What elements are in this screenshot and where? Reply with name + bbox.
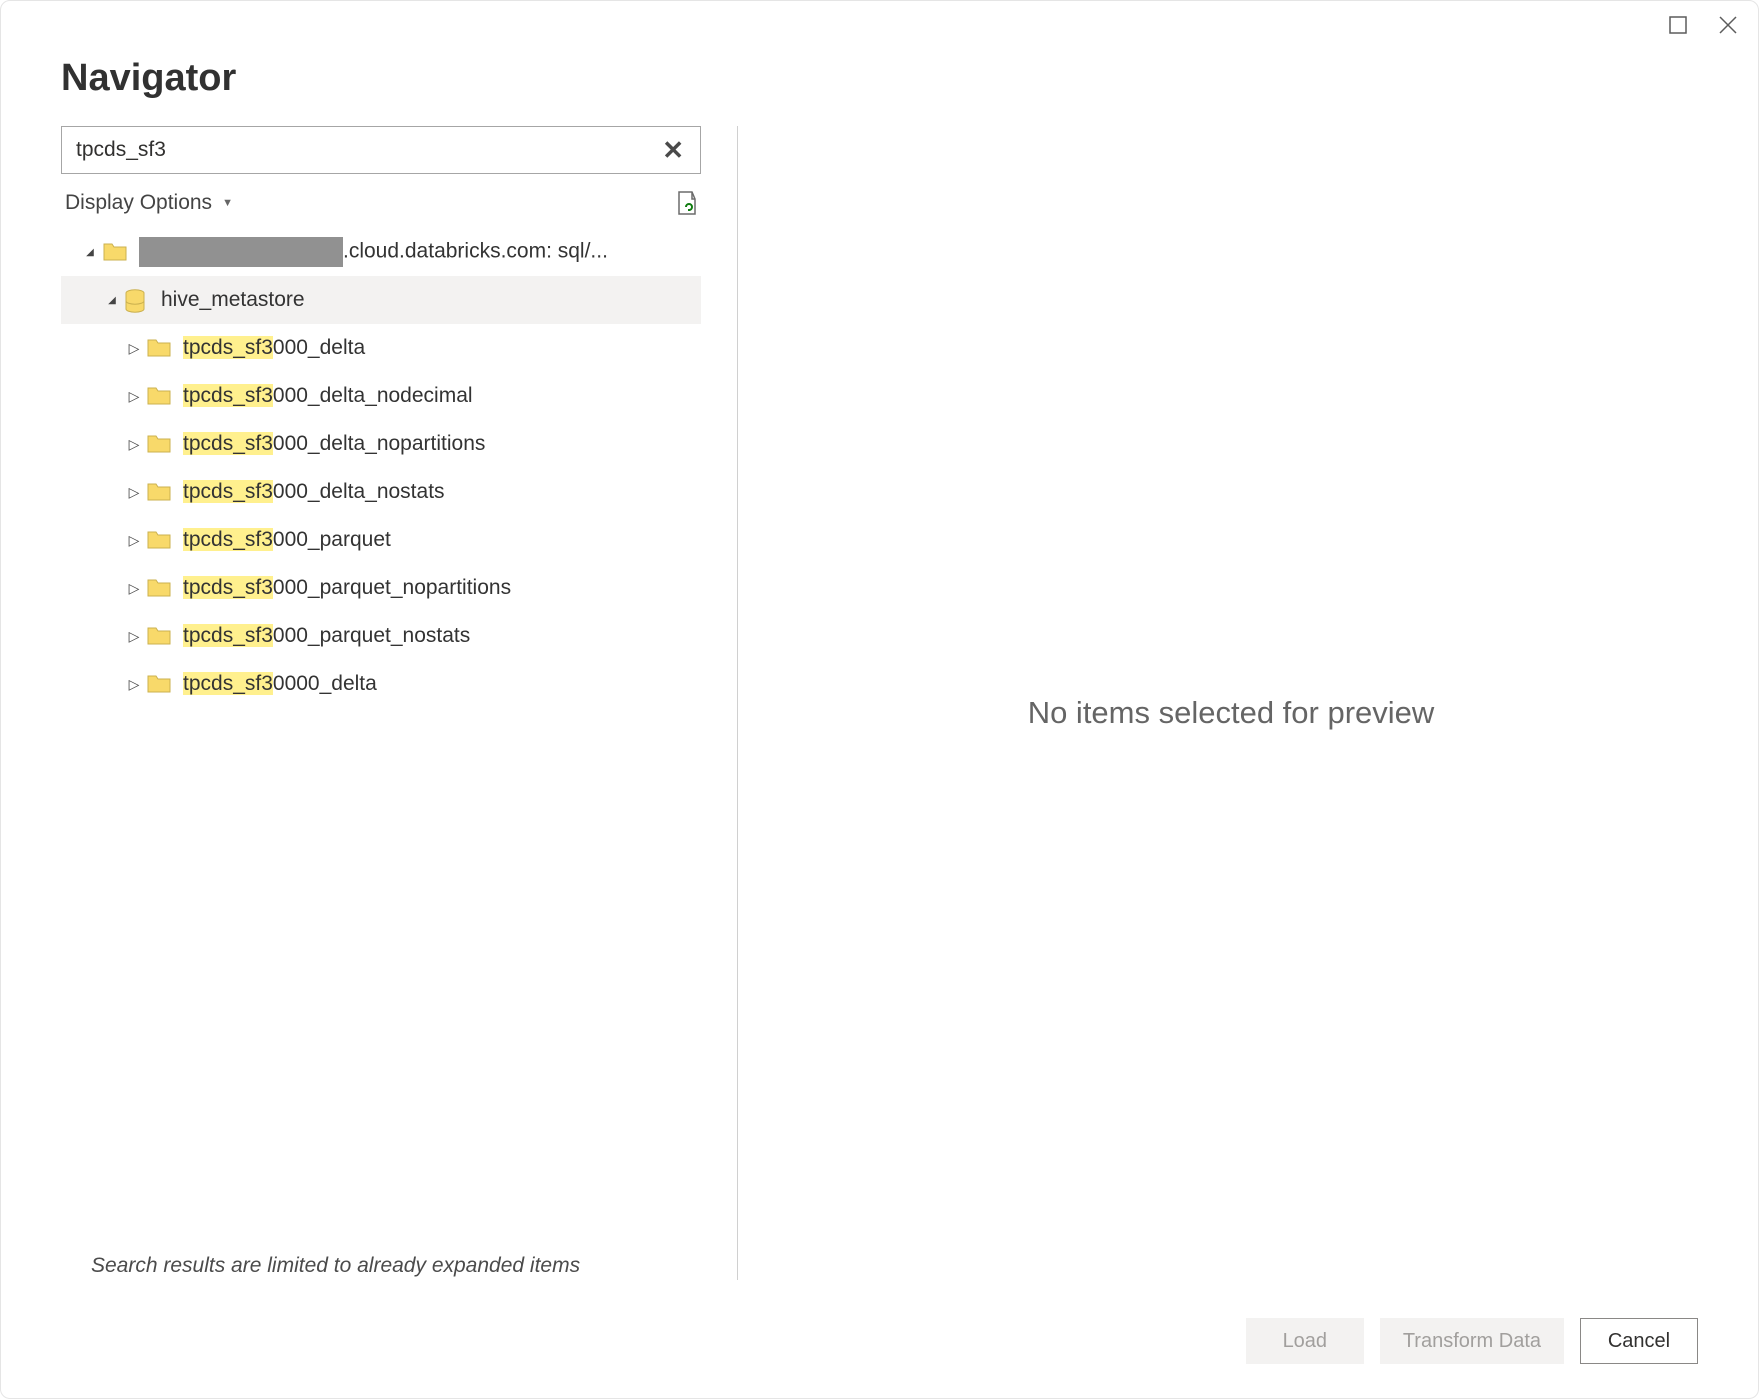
expander-icon[interactable]: ▷ [121, 436, 147, 453]
navigator-left-pane: ✕ Display Options ▼ [61, 126, 701, 1300]
dialog-title: Navigator [61, 57, 1698, 100]
tree-node-schema[interactable]: ▷ tpcds_sf3000_delta_nopartitions [61, 420, 701, 468]
search-limit-note: Search results are limited to already ex… [61, 1236, 701, 1300]
refresh-icon[interactable] [675, 190, 697, 216]
folder-icon [147, 385, 171, 407]
clear-search-icon[interactable]: ✕ [658, 135, 688, 166]
display-options-dropdown[interactable]: Display Options ▼ [65, 191, 233, 215]
tree-node-label: tpcds_sf3000_delta_nostats [183, 480, 445, 504]
expander-icon[interactable]: ▷ [121, 532, 147, 549]
maximize-button[interactable] [1666, 13, 1690, 37]
tree-node-label: hive_metastore [161, 288, 305, 312]
tree-node-schema[interactable]: ▷ tpcds_sf3000_parquet_nostats [61, 612, 701, 660]
tree-node-schema[interactable]: ▷ tpcds_sf3000_delta_nostats [61, 468, 701, 516]
expander-icon[interactable]: ▷ [121, 676, 147, 693]
expander-icon[interactable]: ◢ [99, 295, 125, 306]
folder-icon [147, 481, 171, 503]
titlebar [1, 1, 1758, 49]
tree-node-label: tpcds_sf3000_parquet [183, 528, 391, 552]
tree-node-hive-metastore[interactable]: ◢ hive_metastore [61, 276, 701, 324]
expander-icon[interactable]: ▷ [121, 340, 147, 357]
search-box[interactable]: ✕ [61, 126, 701, 174]
tree-node-label: tpcds_sf3000_delta_nodecimal [183, 384, 473, 408]
expander-icon[interactable]: ▷ [121, 388, 147, 405]
folder-icon [147, 337, 171, 359]
folder-icon [103, 241, 127, 263]
tree-root-label: .cloud.databricks.com: sql/... [139, 237, 608, 267]
tree-root-connection[interactable]: ◢ .cloud.databricks.com: sql/... [61, 228, 701, 276]
navigator-tree[interactable]: ◢ .cloud.databricks.com: sql/... ◢ hive_… [61, 228, 701, 1236]
database-icon [125, 289, 149, 311]
cancel-button[interactable]: Cancel [1580, 1318, 1698, 1364]
tree-node-schema[interactable]: ▷ tpcds_sf3000_parquet_nopartitions [61, 564, 701, 612]
expander-icon[interactable]: ▷ [121, 580, 147, 597]
tree-node-label: tpcds_sf3000_parquet_nostats [183, 624, 470, 648]
tree-node-label: tpcds_sf3000_delta_nopartitions [183, 432, 485, 456]
display-options-label: Display Options [65, 191, 212, 215]
navigator-dialog: Navigator ✕ Display Options ▼ [0, 0, 1759, 1399]
dialog-header: Navigator [1, 49, 1758, 126]
preview-empty-message: No items selected for preview [1028, 695, 1435, 731]
pane-divider [737, 126, 738, 1280]
dialog-button-bar: Load Transform Data Cancel [1, 1300, 1758, 1398]
chevron-down-icon: ▼ [222, 197, 233, 209]
tree-node-schema[interactable]: ▷ tpcds_sf3000_delta_nodecimal [61, 372, 701, 420]
search-input[interactable] [74, 138, 658, 162]
folder-icon [147, 529, 171, 551]
preview-pane: No items selected for preview [764, 126, 1698, 1300]
tree-node-label: tpcds_sf30000_delta [183, 672, 377, 696]
expander-icon[interactable]: ◢ [77, 247, 103, 258]
folder-icon [147, 433, 171, 455]
tree-node-label: tpcds_sf3000_delta [183, 336, 365, 360]
folder-icon [147, 577, 171, 599]
tree-node-schema[interactable]: ▷ tpcds_sf3000_parquet [61, 516, 701, 564]
transform-data-button[interactable]: Transform Data [1380, 1318, 1564, 1364]
tree-node-schema[interactable]: ▷ tpcds_sf3000_delta [61, 324, 701, 372]
folder-icon [147, 673, 171, 695]
close-button[interactable] [1716, 13, 1740, 37]
tree-node-schema[interactable]: ▷ tpcds_sf30000_delta [61, 660, 701, 708]
load-button[interactable]: Load [1246, 1318, 1364, 1364]
redacted-hostname [139, 237, 343, 267]
expander-icon[interactable]: ▷ [121, 628, 147, 645]
expander-icon[interactable]: ▷ [121, 484, 147, 501]
folder-icon [147, 625, 171, 647]
tree-node-label: tpcds_sf3000_parquet_nopartitions [183, 576, 511, 600]
